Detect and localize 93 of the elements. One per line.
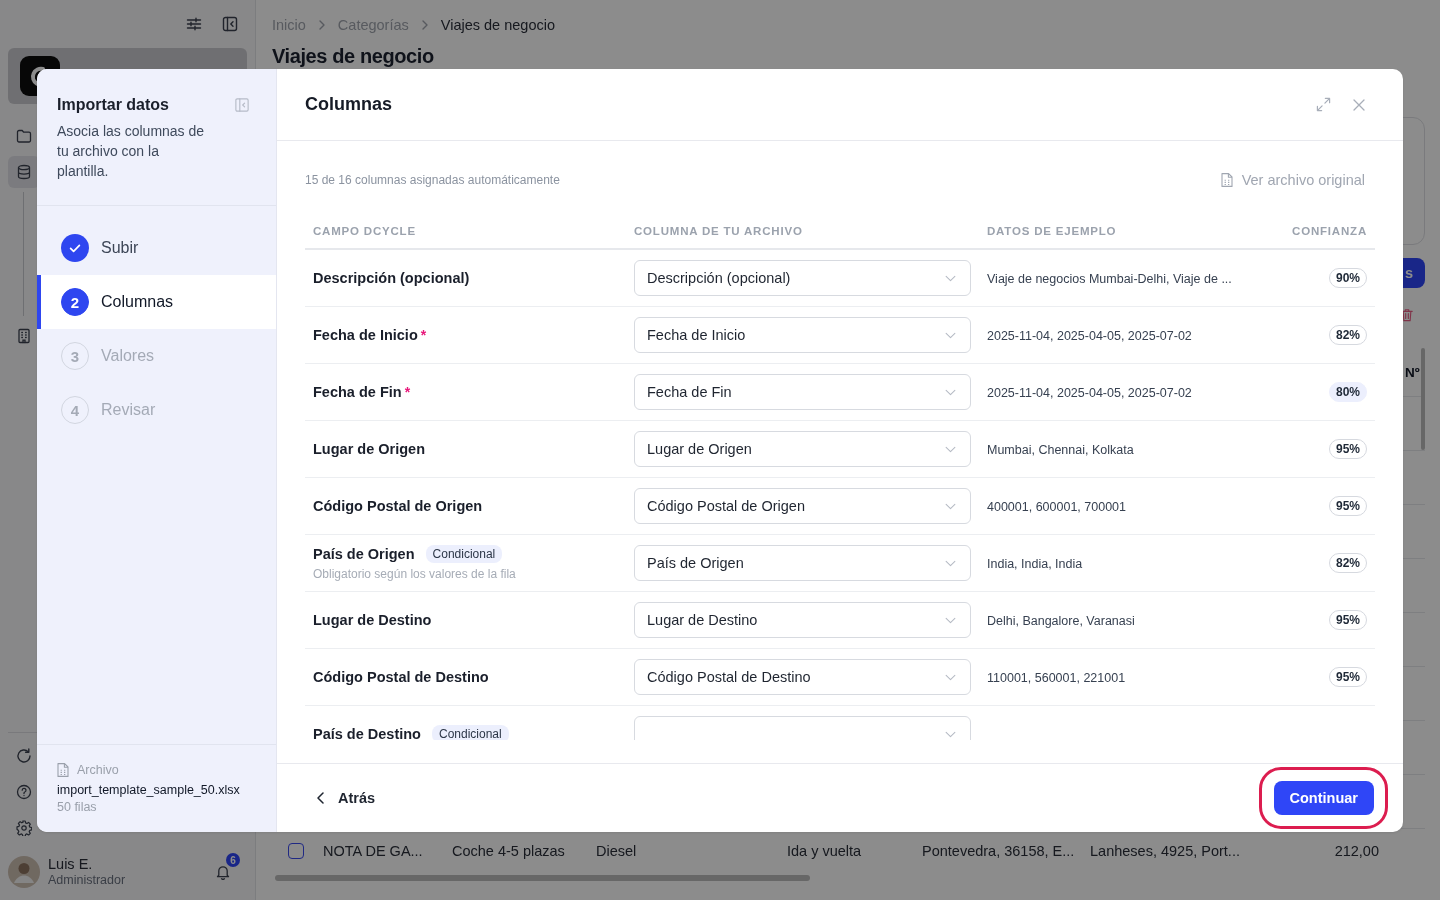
table-cell-text: 212,00 [1333,843,1380,859]
back-button[interactable]: Atrás [317,790,376,806]
step-label: Valores [101,347,155,365]
file-icon [57,763,69,777]
settings-icon[interactable] [16,820,32,836]
folder-icon [16,128,32,144]
column-header: COLUMNA DE TU ARCHIVO [633,225,804,237]
column-header: DATOS DE EJEMPLO [986,225,1118,237]
chevron-down-icon [945,559,956,567]
avatar-icon[interactable] [8,856,40,888]
row-checkbox[interactable] [288,843,304,859]
column-header: CAMPO DCYCLE [312,225,417,237]
file-icon [1220,173,1233,187]
sample-data: 400001, 600001, 700001 [987,500,1127,514]
chevron-down-icon [945,445,956,453]
field-name: Código Postal de Origen [313,498,483,514]
column-select[interactable]: Lugar de Origen [634,431,971,467]
sample-data: 110001, 560001, 221001 [987,671,1126,685]
column-select[interactable]: Fecha de Inicio [634,317,971,353]
table-cell-text: Pontevedra, 36158, E... [921,843,1076,859]
continue-button[interactable]: Continuar [1273,781,1374,815]
required-marker: * [420,327,427,343]
mapping-summary: 15 de 16 columnas asignadas automáticamente [305,173,560,187]
nav-button[interactable] [8,156,40,188]
field-name: Fecha de Fin [313,384,402,400]
column-select[interactable]: Fecha de Fin [634,374,971,410]
chevron-down-icon [945,730,956,738]
sample-data: 2025-11-04, 2025-04-05, 2025-07-02 [987,329,1192,343]
scrollbar[interactable] [1421,348,1425,450]
file-label: Archivo [77,763,119,777]
user-name: Luis E. [48,856,94,873]
step-label: Columnas [101,293,174,311]
table-cell-text: Ida y vuelta [786,843,863,859]
table-cell-text: Diesel [595,843,638,859]
building-icon [16,328,32,344]
table-cell-text: Coche 4-5 plazas [451,843,566,859]
column-header: Nº [1405,364,1420,380]
field-name: Fecha de Inicio [313,327,418,343]
field-name: País de Origen [313,546,415,562]
chevron-down-icon [945,331,956,339]
step-item[interactable]: Subir [37,221,276,275]
required-marker: * [404,384,411,400]
help-icon[interactable] [16,784,32,800]
condition-badge: Condicional [425,545,503,563]
sample-data: Delhi, Bangalore, Varanasi [987,614,1135,628]
field-hint: Obligatorio según los valores de la fila [313,567,517,581]
sample-data: 2025-11-04, 2025-04-05, 2025-07-02 [987,386,1192,400]
chevron-right-icon [420,20,429,30]
sample-data: Mumbai, Chennai, Kolkata [987,443,1134,457]
condition-badge: Condicional [432,725,509,740]
field-name: Lugar de Destino [313,612,432,628]
table-cell-text: NOTA DE GA... [322,843,424,859]
panel-collapse-icon[interactable] [222,16,238,32]
step-number: 2 [61,288,89,316]
column-select[interactable]: Lugar de Destino [634,602,971,638]
scrollbar[interactable] [275,875,810,881]
field-name: Lugar de Origen [313,441,425,457]
chevron-down-icon [945,673,956,681]
refresh-icon[interactable] [16,748,32,764]
breadcrumb-current: Viajes de negocio [440,17,555,33]
column-select[interactable]: Código Postal de Destino [634,659,971,695]
chevron-down-icon [945,274,956,282]
table-cell-text: Lanheses, 4925, Port... [1089,843,1241,859]
column-select[interactable]: Descripción (opcional) [634,260,971,296]
field-name: Código Postal de Destino [313,669,489,685]
file-row-count: 50 filas [57,799,98,816]
database-icon [16,164,32,180]
chevron-down-icon [945,502,956,510]
step-label: Subir [101,239,139,257]
trash-icon[interactable] [1400,308,1414,322]
chevron-down-icon [945,616,956,624]
bell-icon[interactable] [215,864,231,880]
column-select[interactable]: Código Postal de Origen [634,488,971,524]
user-role: Administrador [48,873,127,888]
step-item[interactable]: 2 Columnas [37,275,276,329]
column-header: CONFIANZA [1291,225,1368,237]
step-label: Revisar [101,401,156,419]
dialog-title: Importar datos [57,96,169,114]
column-select[interactable]: País de Origen [634,545,971,581]
field-name: País de Destino [313,726,421,740]
page-title: Viajes de negocio [272,44,435,68]
field-name: Descripción (opcional) [313,270,470,286]
confidence-badge: 80% [1328,382,1367,402]
sample-data: India, India, India [987,557,1083,571]
notification-badge: 6 [226,853,240,867]
chevron-right-icon [317,20,326,30]
panel-title: Columnas [305,94,392,115]
dialog-description: Asocia las columnas de tu archivo con la plantilla. [57,122,206,181]
sliders-icon[interactable] [186,16,202,32]
file-name: import_template_sample_50.xlsx [57,782,241,799]
chevron-down-icon [945,388,956,396]
sample-data: Viaje de negocios Mumbai-Delhi, Viaje de ... [987,272,1232,286]
chevron-left-icon [317,792,324,804]
